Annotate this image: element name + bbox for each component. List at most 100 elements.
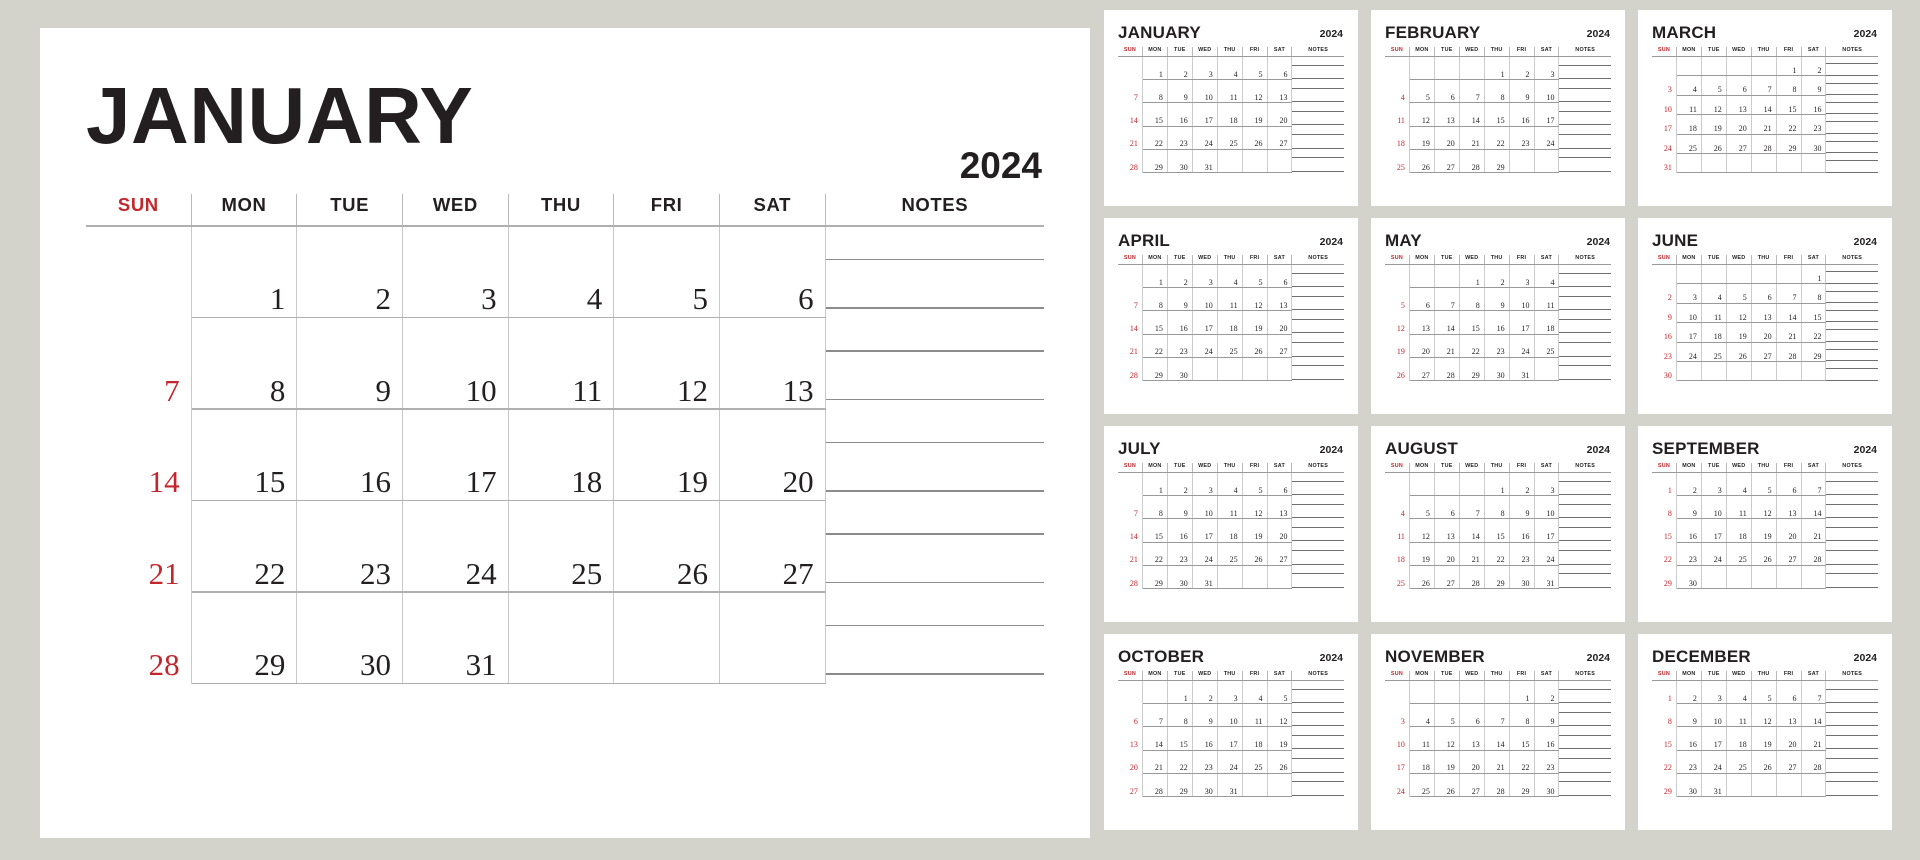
mini-day-cell[interactable]: 2: [1535, 681, 1560, 705]
mini-day-cell[interactable]: 2: [1193, 681, 1218, 705]
mini-day-cell[interactable]: 21: [1118, 126, 1143, 150]
day-cell[interactable]: 13: [720, 318, 826, 410]
mini-day-cell[interactable]: 22: [1777, 115, 1802, 135]
mini-day-cell[interactable]: 26: [1752, 542, 1777, 566]
mini-notes-cell[interactable]: [1559, 311, 1611, 334]
mini-day-cell[interactable]: 10: [1652, 95, 1677, 116]
day-cell[interactable]: 1: [192, 226, 298, 319]
mini-day-cell[interactable]: [1243, 357, 1268, 382]
mini-day-cell[interactable]: 11: [1535, 288, 1560, 312]
mini-day-cell[interactable]: [1802, 565, 1827, 590]
mini-notes-cell[interactable]: [1292, 681, 1344, 704]
mini-day-cell[interactable]: [1435, 265, 1460, 289]
mini-day-cell[interactable]: 23: [1535, 750, 1560, 774]
mini-day-cell[interactable]: 31: [1652, 154, 1677, 174]
mini-day-cell[interactable]: 15: [1777, 95, 1802, 116]
mini-day-cell[interactable]: [1410, 681, 1435, 705]
mini-day-cell[interactable]: 30: [1535, 773, 1560, 798]
mini-day-cell[interactable]: 27: [1410, 357, 1435, 382]
mini-day-cell[interactable]: [1752, 57, 1777, 77]
mini-day-cell[interactable]: 13: [1727, 95, 1752, 116]
mini-day-cell[interactable]: 5: [1385, 288, 1410, 312]
mini-day-cell[interactable]: 2: [1168, 473, 1193, 497]
mini-notes-cell[interactable]: [1826, 76, 1878, 95]
mini-day-cell[interactable]: 21: [1752, 115, 1777, 135]
mini-day-cell[interactable]: [1677, 154, 1702, 174]
mini-calendar-august[interactable]: AUGUST 2024 SUN MON TUE WED THU FRI SAT NOTES 1 2 3 4…: [1371, 426, 1625, 622]
mini-day-cell[interactable]: 15: [1143, 311, 1168, 335]
mini-day-cell[interactable]: 24: [1535, 126, 1560, 150]
mini-day-cell[interactable]: 7: [1777, 284, 1802, 304]
mini-day-cell[interactable]: 20: [1118, 750, 1143, 774]
mini-notes-cell[interactable]: [1292, 566, 1344, 589]
mini-day-cell[interactable]: 25: [1385, 149, 1410, 174]
mini-day-cell[interactable]: 21: [1802, 519, 1827, 543]
day-cell[interactable]: 16: [297, 409, 403, 502]
mini-day-cell[interactable]: 22: [1143, 334, 1168, 358]
mini-notes-cell[interactable]: [1826, 323, 1878, 342]
mini-calendar-october[interactable]: OCTOBER 2024 SUN MON TUE WED THU FRI SAT NOTES 1 2 3…: [1104, 634, 1358, 830]
mini-day-cell[interactable]: 7: [1118, 496, 1143, 520]
mini-notes-cell[interactable]: [1559, 681, 1611, 704]
mini-day-cell[interactable]: 18: [1218, 311, 1243, 335]
mini-day-cell[interactable]: 18: [1243, 727, 1268, 751]
mini-notes-cell[interactable]: [1559, 496, 1611, 519]
mini-day-cell[interactable]: 1: [1143, 265, 1168, 289]
mini-day-cell[interactable]: [1218, 149, 1243, 174]
mini-calendar-february[interactable]: FEBRUARY 2024 SUN MON TUE WED THU FRI SAT NOTES 1 2…: [1371, 10, 1625, 206]
mini-day-cell[interactable]: 19: [1752, 519, 1777, 543]
mini-day-cell[interactable]: 6: [1268, 57, 1293, 81]
mini-day-cell[interactable]: 2: [1168, 265, 1193, 289]
mini-day-cell[interactable]: 17: [1193, 311, 1218, 335]
mini-notes-cell[interactable]: [1292, 103, 1344, 126]
mini-day-cell[interactable]: 9: [1168, 496, 1193, 520]
mini-notes-cell[interactable]: [1559, 150, 1611, 173]
mini-day-cell[interactable]: 29: [1485, 149, 1510, 174]
mini-day-cell[interactable]: 11: [1243, 704, 1268, 728]
mini-day-cell[interactable]: 3: [1702, 473, 1727, 497]
mini-day-cell[interactable]: 19: [1243, 311, 1268, 335]
mini-day-cell[interactable]: 7: [1460, 496, 1485, 520]
mini-day-cell[interactable]: 24: [1677, 342, 1702, 363]
mini-day-cell[interactable]: 6: [1268, 265, 1293, 289]
mini-day-cell[interactable]: 8: [1510, 704, 1535, 728]
mini-day-cell[interactable]: 18: [1385, 126, 1410, 150]
mini-day-cell[interactable]: 3: [1193, 265, 1218, 289]
mini-day-cell[interactable]: [1677, 362, 1702, 382]
mini-notes-cell[interactable]: [1826, 519, 1878, 542]
mini-notes-cell[interactable]: [1559, 57, 1611, 80]
mini-day-cell[interactable]: [1652, 57, 1677, 77]
mini-day-cell[interactable]: [1410, 57, 1435, 81]
mini-day-cell[interactable]: 10: [1702, 704, 1727, 728]
mini-calendar-may[interactable]: MAY 2024 SUN MON TUE WED THU FRI SAT NOTES 1 2 3 4 5 6 7…: [1371, 218, 1625, 414]
mini-day-cell[interactable]: 15: [1168, 727, 1193, 751]
mini-day-cell[interactable]: 25: [1385, 565, 1410, 590]
mini-day-cell[interactable]: 19: [1243, 519, 1268, 543]
mini-day-cell[interactable]: 31: [1535, 565, 1560, 590]
mini-day-cell[interactable]: 13: [1435, 519, 1460, 543]
mini-day-cell[interactable]: 16: [1535, 727, 1560, 751]
day-cell[interactable]: [614, 592, 720, 685]
mini-day-cell[interactable]: 18: [1385, 542, 1410, 566]
mini-day-cell[interactable]: 31: [1193, 149, 1218, 174]
mini-day-cell[interactable]: 20: [1268, 311, 1293, 335]
mini-day-cell[interactable]: 5: [1410, 80, 1435, 104]
mini-day-cell[interactable]: 27: [1268, 542, 1293, 566]
mini-day-cell[interactable]: 17: [1218, 727, 1243, 751]
mini-day-cell[interactable]: 5: [1410, 496, 1435, 520]
mini-day-cell[interactable]: 23: [1168, 334, 1193, 358]
mini-day-cell[interactable]: 23: [1168, 126, 1193, 150]
mini-day-cell[interactable]: 16: [1677, 519, 1702, 543]
mini-day-cell[interactable]: 30: [1652, 362, 1677, 382]
mini-day-cell[interactable]: 26: [1243, 542, 1268, 566]
mini-day-cell[interactable]: 27: [1752, 342, 1777, 363]
mini-day-cell[interactable]: 4: [1702, 284, 1727, 304]
mini-day-cell[interactable]: 8: [1143, 80, 1168, 104]
mini-day-cell[interactable]: 15: [1485, 519, 1510, 543]
mini-day-cell[interactable]: [1143, 681, 1168, 705]
mini-day-cell[interactable]: 8: [1485, 80, 1510, 104]
mini-day-cell[interactable]: 22: [1485, 126, 1510, 150]
mini-day-cell[interactable]: 11: [1677, 95, 1702, 116]
mini-day-cell[interactable]: [1752, 565, 1777, 590]
mini-day-cell[interactable]: 29: [1143, 357, 1168, 382]
